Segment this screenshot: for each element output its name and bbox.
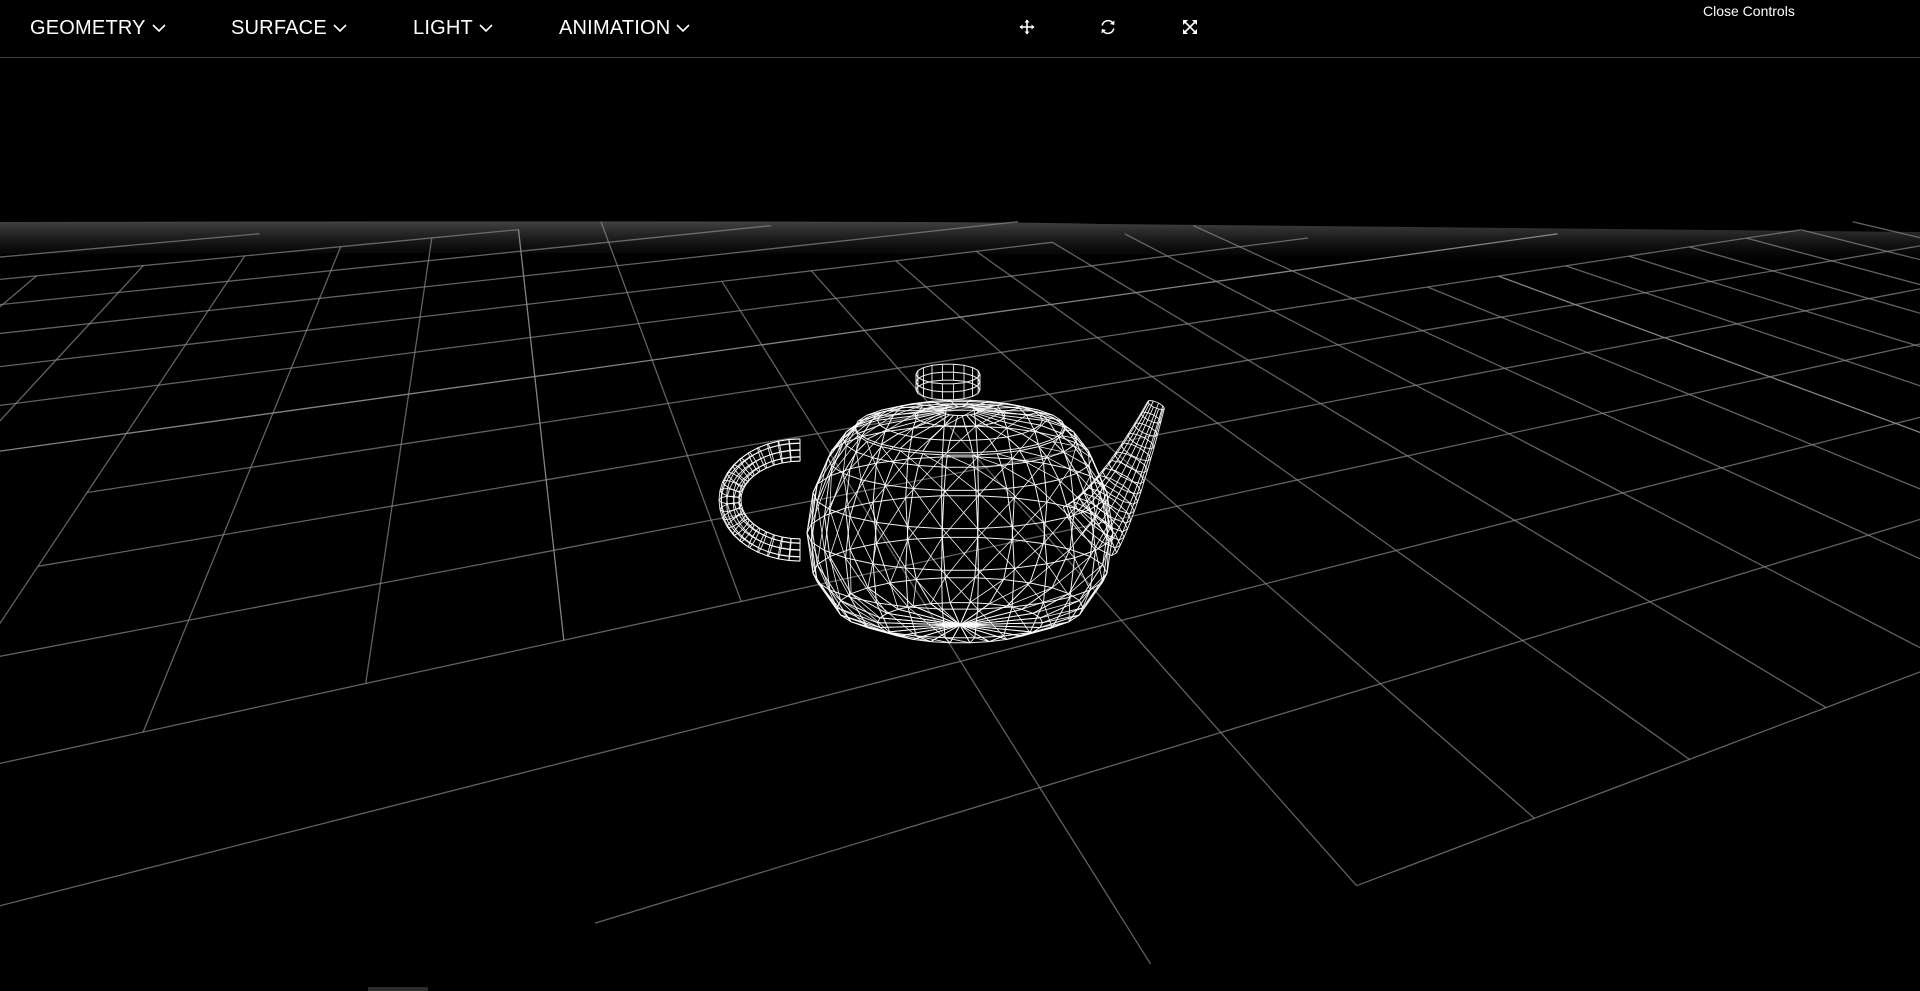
fullscreen-button[interactable] xyxy=(1178,15,1202,39)
animation-menu[interactable]: ANIMATION xyxy=(559,13,691,43)
light-menu[interactable]: LIGHT xyxy=(413,13,494,43)
surface-menu[interactable]: SURFACE xyxy=(231,13,348,43)
surface-menu-label: SURFACE xyxy=(231,16,327,39)
chevron-down-icon xyxy=(676,24,691,33)
chevron-down-icon xyxy=(479,24,493,33)
animation-menu-label: ANIMATION xyxy=(559,16,671,39)
reset-view-button[interactable] xyxy=(1096,15,1120,39)
fullscreen-expand-icon xyxy=(1183,20,1197,34)
top-menu-bar: GEOMETRY SURFACE LIGHT ANIMATION Close C… xyxy=(0,0,1920,58)
move-button[interactable] xyxy=(1015,15,1039,39)
light-menu-label: LIGHT xyxy=(413,16,473,39)
geometry-menu-label: GEOMETRY xyxy=(30,16,146,39)
close-controls-button[interactable]: Close Controls xyxy=(1703,3,1795,19)
geometry-menu[interactable]: GEOMETRY xyxy=(30,13,167,43)
chevron-down-icon xyxy=(333,24,347,33)
3d-viewport[interactable] xyxy=(0,0,1920,991)
rotate-reset-icon xyxy=(1101,19,1115,35)
app-root: GEOMETRY SURFACE LIGHT ANIMATION Close C… xyxy=(0,0,1920,991)
scroll-indicator xyxy=(368,987,428,991)
move-arrows-icon xyxy=(1019,19,1035,35)
chevron-down-icon xyxy=(152,24,166,33)
